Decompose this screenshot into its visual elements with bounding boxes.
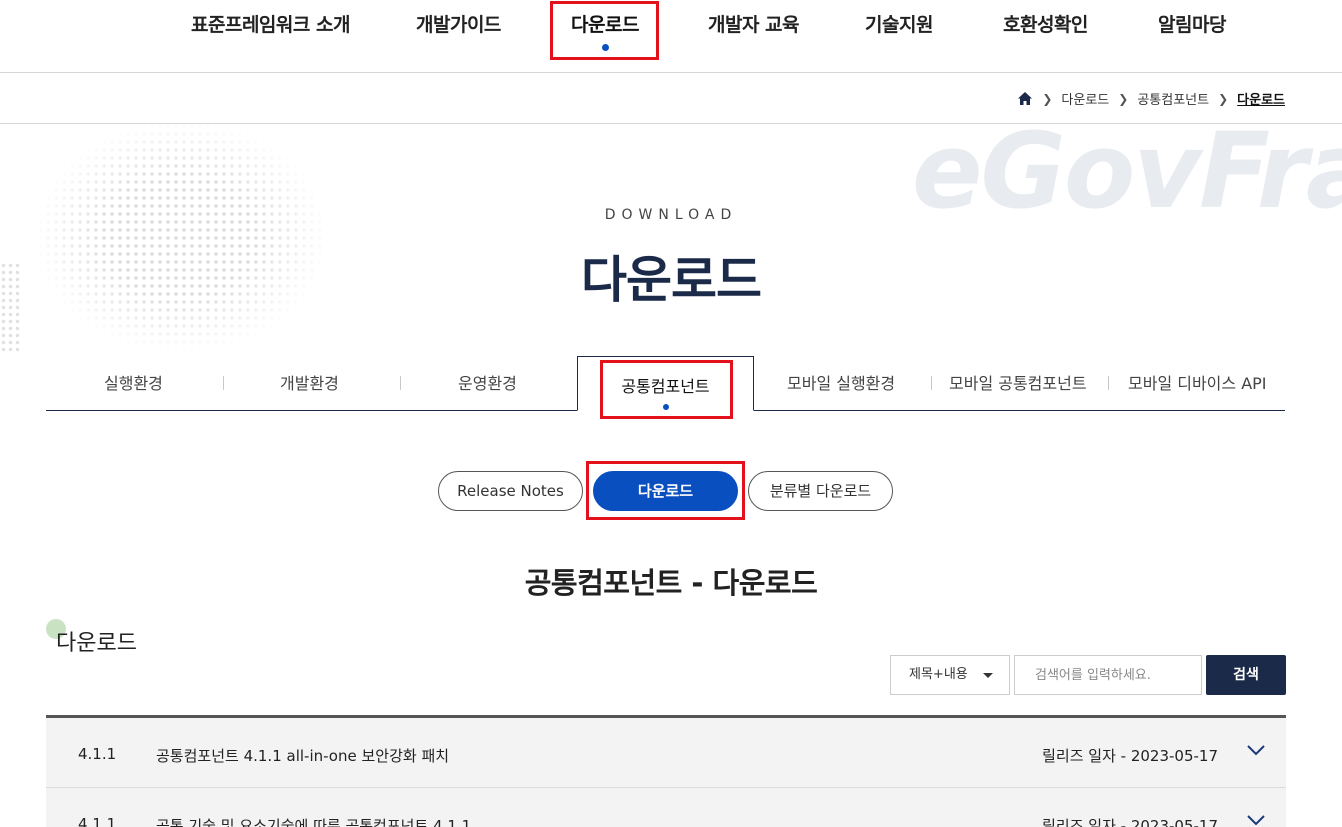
item-version: 4.1.1 bbox=[78, 745, 117, 763]
nav-item-dev-guide[interactable]: 개발가이드 bbox=[416, 10, 501, 40]
tab-divider bbox=[400, 376, 401, 390]
nav-item-download-label: 다운로드 bbox=[571, 14, 639, 36]
search-button[interactable]: 검색 bbox=[1206, 655, 1286, 695]
tab-divider bbox=[223, 376, 224, 390]
list-item[interactable]: 4.1.1 공통 기술 및 요소기술에 따른 공통컴포넌트 4.1.1 릴리즈 … bbox=[46, 788, 1286, 827]
breadcrumb-item[interactable]: 공통컴포넌트 bbox=[1137, 89, 1209, 108]
search-input[interactable] bbox=[1014, 655, 1202, 695]
breadcrumb-current[interactable]: 다운로드 bbox=[1237, 89, 1285, 108]
tab-mobile-device-api[interactable]: 모바일 디바이스 API bbox=[1128, 370, 1267, 394]
tab-dev-env[interactable]: 개발환경 bbox=[280, 370, 339, 394]
item-release-date: 릴리즈 일자 - 2023-05-17 bbox=[1042, 747, 1218, 765]
sub-title: 다운로드 bbox=[56, 631, 137, 656]
release-notes-button[interactable]: Release Notes bbox=[438, 471, 583, 511]
global-nav: 표준프레임워크 소개 개발가이드 다운로드 개발자 교육 기술지원 호환성확인 … bbox=[0, 0, 1342, 73]
caret-down-icon bbox=[983, 673, 993, 678]
page-title: 다운로드 bbox=[581, 251, 762, 309]
tab-runtime[interactable]: 실행환경 bbox=[104, 370, 163, 394]
nav-item-support[interactable]: 기술지원 bbox=[865, 10, 933, 40]
category-download-button[interactable]: 분류별 다운로드 bbox=[748, 471, 893, 511]
search-type-value: 제목+내용 bbox=[909, 667, 968, 682]
section-title: 공통컴포넌트 - 다운로드 bbox=[524, 566, 818, 600]
tab-mobile-runtime[interactable]: 모바일 실행환경 bbox=[787, 370, 895, 394]
dot-pattern-decoration bbox=[36, 122, 326, 352]
item-title: 공통컴포넌트 4.1.1 all-in-one 보안강화 패치 bbox=[156, 747, 450, 765]
active-indicator-dot bbox=[601, 44, 609, 51]
category-tabs: 실행환경 개발환경 운영환경 공통컴포넌트 모바일 실행환경 모바일 공통컴포넌… bbox=[46, 356, 1285, 411]
item-version: 4.1.1 bbox=[78, 815, 117, 827]
chevron-right-icon: ❯ bbox=[1042, 91, 1053, 106]
tab-common-components[interactable]: 공통컴포넌트 bbox=[577, 356, 754, 411]
search-type-select[interactable]: 제목+내용 bbox=[890, 655, 1010, 695]
nav-item-compatibility[interactable]: 호환성확인 bbox=[1003, 10, 1088, 40]
active-indicator-dot bbox=[662, 404, 669, 410]
tab-ops-env[interactable]: 운영환경 bbox=[458, 370, 517, 394]
breadcrumb: ❯ 다운로드 ❯ 공통컴포넌트 ❯ 다운로드 bbox=[1017, 89, 1285, 108]
breadcrumb-item[interactable]: 다운로드 bbox=[1061, 89, 1109, 108]
home-icon[interactable] bbox=[1017, 91, 1033, 106]
item-title: 공통 기술 및 요소기술에 따른 공통컴포넌트 4.1.1 bbox=[156, 817, 472, 827]
nav-item-notice[interactable]: 알림마당 bbox=[1158, 10, 1226, 40]
chevron-right-icon: ❯ bbox=[1118, 91, 1129, 106]
tab-mobile-common[interactable]: 모바일 공통컴포넌트 bbox=[949, 370, 1087, 394]
nav-item-download[interactable]: 다운로드 bbox=[571, 10, 639, 51]
nav-item-education[interactable]: 개발자 교육 bbox=[708, 10, 800, 40]
tab-divider bbox=[931, 376, 932, 390]
tab-common-components-label: 공통컴포넌트 bbox=[621, 377, 710, 396]
tab-divider bbox=[1108, 376, 1109, 390]
hero-subtitle: DOWNLOAD bbox=[604, 207, 738, 223]
list-item[interactable]: 4.1.1 공통컴포넌트 4.1.1 all-in-one 보안강화 패치 릴리… bbox=[46, 718, 1286, 788]
chevron-down-icon[interactable] bbox=[1246, 810, 1266, 827]
nav-item-intro[interactable]: 표준프레임워크 소개 bbox=[191, 10, 350, 40]
download-list: 4.1.1 공통컴포넌트 4.1.1 all-in-one 보안강화 패치 릴리… bbox=[46, 715, 1286, 827]
chevron-right-icon: ❯ bbox=[1218, 91, 1229, 106]
download-button[interactable]: 다운로드 bbox=[593, 471, 738, 511]
chevron-down-icon[interactable] bbox=[1246, 740, 1266, 760]
item-release-date: 릴리즈 일자 - 2023-05-17 bbox=[1042, 817, 1218, 827]
